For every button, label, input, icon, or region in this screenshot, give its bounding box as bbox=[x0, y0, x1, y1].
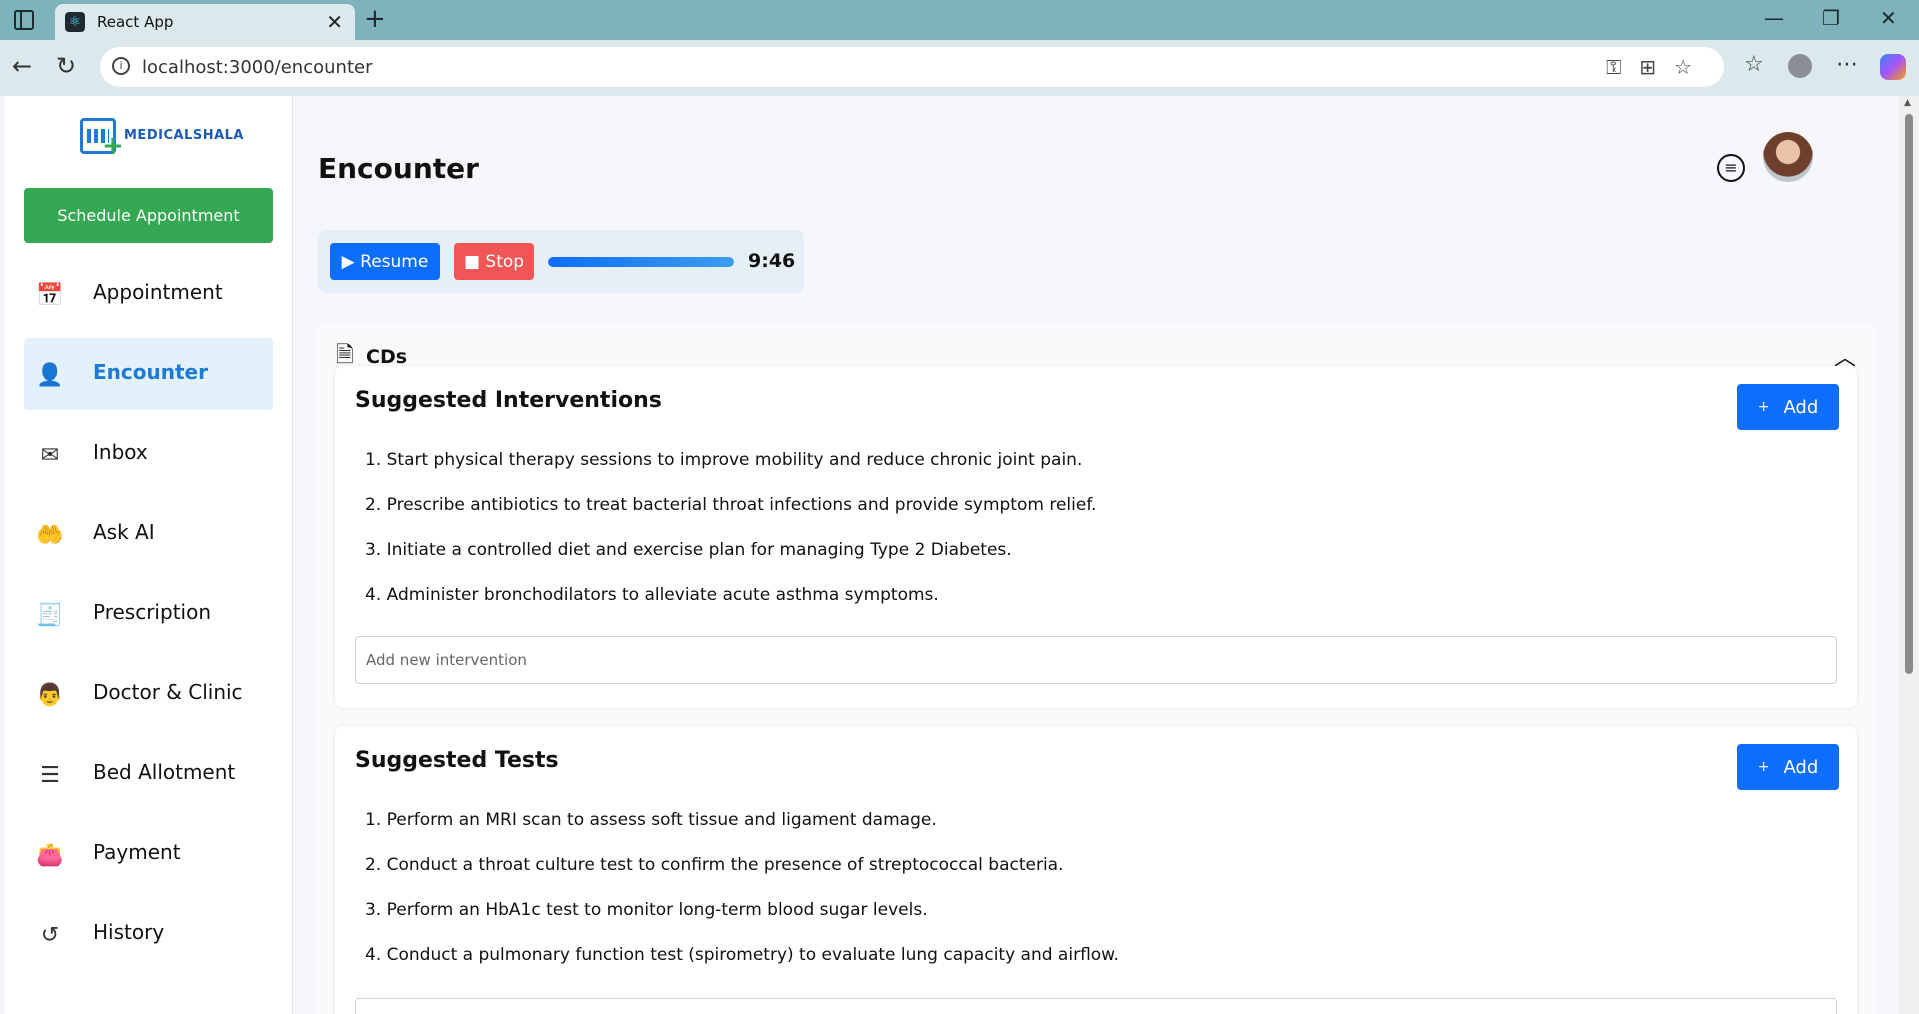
list-item: 3. Perform an HbA1c test to monitor long… bbox=[365, 900, 928, 920]
favorites-icon[interactable]: ☆ bbox=[1744, 52, 1764, 77]
add-label: Add bbox=[1783, 396, 1819, 418]
back-icon[interactable]: ← bbox=[12, 52, 32, 80]
sidebar-item-label: Appointment bbox=[93, 280, 223, 304]
add-label: Add bbox=[1783, 756, 1819, 778]
restore-icon[interactable]: ❐ bbox=[1822, 6, 1840, 30]
new-intervention-input[interactable] bbox=[355, 636, 1837, 684]
plus-logo-icon: + bbox=[102, 131, 124, 161]
sidebar-item-ask-ai[interactable]: 🤲 Ask AI bbox=[24, 498, 273, 570]
sidebar-item-label: Doctor & Clinic bbox=[93, 680, 243, 704]
page-title: Encounter bbox=[318, 152, 479, 185]
tests-card: Suggested Tests + Add 1. Perform an MRI s… bbox=[335, 726, 1857, 1014]
list-item: 4. Conduct a pulmonary function test (sp… bbox=[365, 945, 1119, 965]
avatar[interactable] bbox=[1763, 132, 1813, 182]
tab-title: React App bbox=[97, 13, 174, 31]
sidebar-item-label: History bbox=[93, 920, 165, 944]
reload-icon[interactable]: ↻ bbox=[56, 52, 76, 80]
recording-timer: 9:46 bbox=[748, 250, 796, 272]
wallet-icon: 👛 bbox=[36, 843, 64, 868]
sidebar-item-label: Bed Allotment bbox=[93, 760, 236, 784]
sidebar-item-appointment[interactable]: 📅 Appointment bbox=[24, 258, 273, 330]
plus-icon: + bbox=[1757, 758, 1770, 775]
sidebar-item-doctor-clinic[interactable]: 👨 Doctor & Clinic bbox=[24, 658, 273, 730]
page-scrollbar[interactable]: ▲ bbox=[1899, 96, 1919, 1014]
sidebar-item-inbox[interactable]: ✉ Inbox bbox=[24, 418, 273, 490]
resume-button[interactable]: ▶ Resume bbox=[330, 243, 440, 280]
close-window-icon[interactable]: ✕ bbox=[1880, 6, 1897, 30]
interventions-list: 1. Start physical therapy sessions to im… bbox=[365, 450, 1096, 630]
more-icon[interactable]: ⋯ bbox=[1836, 52, 1858, 77]
list-item: 1. Start physical therapy sessions to im… bbox=[365, 450, 1083, 470]
stop-button[interactable]: ■ Stop bbox=[454, 243, 534, 280]
sidebar-nav: 📅 Appointment 👤 Encounter ✉ Inbox 🤲 Ask … bbox=[24, 258, 273, 978]
new-test-input[interactable] bbox=[355, 998, 1837, 1014]
address-bar: ← ↻ i localhost:3000/encounter ⚿⊞☆ ☆ ⋯ bbox=[0, 40, 1919, 96]
new-tab-icon[interactable]: + bbox=[364, 4, 386, 34]
list-item: 2. Prescribe antibiotics to treat bacter… bbox=[365, 495, 1097, 515]
url-actions: ⚿⊞☆ bbox=[1606, 55, 1710, 79]
list-item: 1. Perform an MRI scan to assess soft ti… bbox=[365, 810, 937, 830]
sidebar-item-label: Encounter bbox=[93, 360, 208, 384]
schedule-appointment-button[interactable]: Schedule Appointment bbox=[24, 188, 273, 243]
progress-fill bbox=[548, 257, 734, 267]
list-item: 3. Initiate a controlled diet and exerci… bbox=[365, 540, 1012, 560]
recording-controls: ▶ Resume ■ Stop 9:46 bbox=[318, 230, 804, 293]
sidebar-item-encounter[interactable]: 👤 Encounter bbox=[24, 338, 273, 410]
sidebar-item-payment[interactable]: 👛 Payment bbox=[24, 818, 273, 890]
sidebar-item-history[interactable]: ↺ History bbox=[24, 898, 273, 970]
encounter-icon: 👤 bbox=[36, 363, 64, 388]
recording-progress bbox=[548, 257, 734, 267]
sidebar-item-label: Inbox bbox=[93, 440, 148, 464]
url-field[interactable]: i localhost:3000/encounter ⚿⊞☆ bbox=[100, 47, 1724, 87]
list-item: 2. Conduct a throat culture test to conf… bbox=[365, 855, 1064, 875]
profile-icon[interactable] bbox=[1788, 54, 1812, 78]
sidebar-item-bed-allotment[interactable]: ☰ Bed Allotment bbox=[24, 738, 273, 810]
history-icon: ↺ bbox=[40, 923, 60, 948]
main-content: Encounter ≡ ▶ Resume ■ Stop 9:46 🗎 CDs ︿… bbox=[293, 96, 1899, 1014]
cds-panel: 🗎 CDs ︿ Suggested Interventions + Add 1. … bbox=[318, 324, 1874, 1014]
prescription-icon: 🧾 bbox=[36, 603, 64, 628]
add-intervention-button[interactable]: + Add bbox=[1737, 384, 1839, 430]
plus-icon: + bbox=[1757, 398, 1770, 415]
interventions-card: Suggested Interventions + Add 1. Start ph… bbox=[335, 366, 1857, 708]
minimize-icon[interactable]: — bbox=[1764, 6, 1784, 30]
logo-text: MEDICALSHALA bbox=[124, 128, 244, 143]
menu-icon[interactable]: ≡ bbox=[1717, 154, 1745, 182]
mail-icon: ✉ bbox=[40, 443, 60, 468]
sidebar-item-label: Prescription bbox=[93, 600, 211, 624]
site-info-icon[interactable]: i bbox=[112, 57, 130, 75]
ai-hand-icon: 🤲 bbox=[36, 523, 64, 548]
add-test-button[interactable]: + Add bbox=[1737, 744, 1839, 790]
apps-icon[interactable]: ⊞ bbox=[1639, 55, 1674, 79]
copilot-icon[interactable] bbox=[1880, 54, 1906, 80]
interventions-title: Suggested Interventions bbox=[355, 388, 662, 413]
react-icon: ⚛ bbox=[65, 12, 85, 32]
list-item: 4. Administer bronchodilators to allevia… bbox=[365, 585, 939, 605]
sidebar-item-label: Payment bbox=[93, 840, 181, 864]
calendar-icon: 📅 bbox=[36, 283, 64, 308]
scroll-up-icon[interactable]: ▲ bbox=[1904, 98, 1911, 108]
tab-actions-icon[interactable] bbox=[14, 10, 34, 30]
url-text[interactable]: localhost:3000/encounter bbox=[142, 57, 372, 78]
tests-list: 1. Perform an MRI scan to assess soft ti… bbox=[365, 810, 1119, 990]
sidebar-item-prescription[interactable]: 🧾 Prescription bbox=[24, 578, 273, 650]
close-tab-icon[interactable]: ✕ bbox=[326, 10, 343, 34]
tests-title: Suggested Tests bbox=[355, 748, 559, 773]
browser-tab[interactable]: ⚛ React App ✕ bbox=[55, 4, 355, 40]
scroll-thumb[interactable] bbox=[1905, 114, 1913, 674]
cds-title: CDs bbox=[366, 346, 408, 368]
app: + MEDICALSHALA Schedule Appointment 📅 Ap… bbox=[5, 96, 1899, 1014]
favorite-icon[interactable]: ☆ bbox=[1674, 55, 1710, 79]
browser-tab-bar: ⚛ React App ✕ + — ❐ ✕ bbox=[0, 0, 1919, 40]
sidebar-item-label: Ask AI bbox=[93, 520, 155, 544]
sidebar: + MEDICALSHALA Schedule Appointment 📅 Ap… bbox=[5, 96, 293, 1014]
key-icon[interactable]: ⚿ bbox=[1606, 55, 1639, 79]
doctor-icon: 👨 bbox=[36, 683, 64, 708]
bed-list-icon: ☰ bbox=[40, 763, 60, 788]
